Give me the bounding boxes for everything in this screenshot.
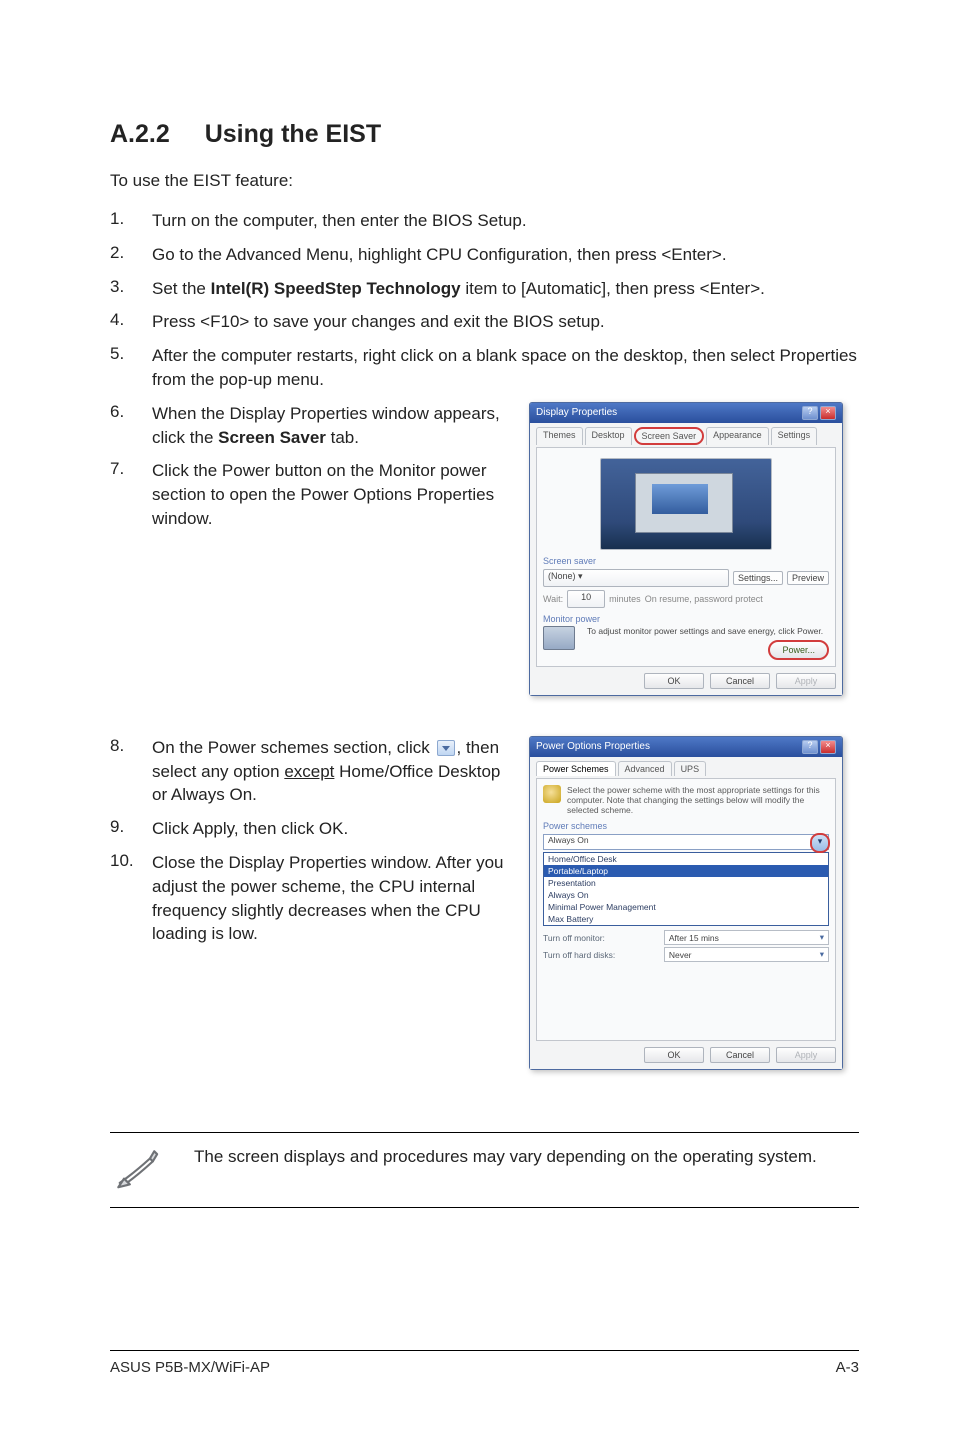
power-tabs: Power Schemes Advanced UPS — [536, 761, 836, 776]
footer-left: ASUS P5B-MX/WiFi-AP — [110, 1359, 270, 1376]
turn-off-hdd-label: Turn off hard disks: — [543, 950, 654, 960]
opt-portable-laptop[interactable]: Portable/Laptop — [544, 865, 828, 877]
note-text: The screen displays and procedures may v… — [194, 1147, 817, 1167]
step-item: 6.When the Display Properties window app… — [110, 402, 505, 450]
step-item: 5.After the computer restarts, right cli… — [110, 344, 859, 392]
monitor-power-text: To adjust monitor power settings and sav… — [587, 626, 829, 636]
opt-minimal-power[interactable]: Minimal Power Management — [544, 901, 828, 913]
opt-presentation[interactable]: Presentation — [544, 877, 828, 889]
tab-desktop[interactable]: Desktop — [585, 427, 632, 445]
display-dialog-title: Display Properties — [536, 407, 617, 418]
chevron-down-icon[interactable]: ▾ — [810, 833, 830, 853]
lead-text: To use the EIST feature: — [110, 171, 859, 191]
wait-minutes: minutes — [609, 594, 641, 604]
step-text: Click Apply, then click OK. — [152, 817, 505, 841]
step-text: When the Display Properties window appea… — [152, 402, 505, 450]
power-ok-button[interactable]: OK — [644, 1047, 704, 1063]
power-schemes-description: Select the power scheme with the most ap… — [567, 785, 829, 816]
tab-themes[interactable]: Themes — [536, 427, 583, 445]
step-number: 1. — [110, 209, 152, 229]
help-icon[interactable]: ? — [802, 740, 818, 754]
screensaver-settings-button[interactable]: Settings... — [733, 571, 783, 585]
section-title-text: Using the EIST — [205, 120, 381, 148]
chevron-down-icon — [437, 740, 455, 756]
power-scheme-options[interactable]: Home/Office Desk Portable/Laptop Present… — [543, 852, 829, 926]
tab-advanced[interactable]: Advanced — [618, 761, 672, 776]
step-text: Press <F10> to save your changes and exi… — [152, 310, 859, 334]
section-heading: A.2.2 Using the EIST — [110, 120, 859, 149]
wait-spinner[interactable]: 10 — [567, 590, 605, 608]
close-icon[interactable]: × — [820, 740, 836, 754]
step-item: 2.Go to the Advanced Menu, highlight CPU… — [110, 243, 859, 267]
step-text: After the computer restarts, right click… — [152, 344, 859, 392]
close-icon[interactable]: × — [820, 406, 836, 420]
steps-list-c: 8.On the Power schemes section, click , … — [110, 736, 505, 946]
display-apply-button[interactable]: Apply — [776, 673, 836, 689]
step-item: 1.Turn on the computer, then enter the B… — [110, 209, 859, 233]
step-item: 9.Click Apply, then click OK. — [110, 817, 505, 841]
opt-always-on[interactable]: Always On — [544, 889, 828, 901]
power-scheme-select[interactable]: Always On ▾ — [543, 834, 829, 850]
power-dialog-title: Power Options Properties — [536, 741, 650, 752]
step-item: 8.On the Power schemes section, click , … — [110, 736, 505, 807]
step-number: 8. — [110, 736, 152, 756]
step-number: 2. — [110, 243, 152, 263]
step-number: 3. — [110, 277, 152, 297]
display-properties-dialog: Display Properties ? × Themes Desktop Sc… — [529, 402, 843, 696]
step-item: 3.Set the Intel(R) SpeedStep Technology … — [110, 277, 859, 301]
turn-off-hdd-select[interactable]: Never — [664, 947, 829, 962]
steps-list-b: 6.When the Display Properties window app… — [110, 402, 505, 531]
tab-appearance[interactable]: Appearance — [706, 427, 769, 445]
opt-home-office[interactable]: Home/Office Desk — [544, 853, 828, 865]
step-text: Set the Intel(R) SpeedStep Technology it… — [152, 277, 859, 301]
steps-list-a: 1.Turn on the computer, then enter the B… — [110, 209, 859, 392]
monitor-icon — [543, 626, 575, 650]
step-number: 7. — [110, 459, 152, 479]
screensaver-preview — [600, 458, 772, 550]
screensaver-group-label: Screen saver — [543, 556, 829, 566]
tab-power-schemes[interactable]: Power Schemes — [536, 761, 616, 776]
tab-screen-saver[interactable]: Screen Saver — [634, 427, 705, 445]
step-text: On the Power schemes section, click , th… — [152, 736, 505, 807]
display-ok-button[interactable]: OK — [644, 673, 704, 689]
wait-label: Wait: — [543, 594, 563, 604]
resume-checkbox-label[interactable]: On resume, password protect — [645, 594, 829, 604]
help-icon[interactable]: ? — [802, 406, 818, 420]
step-number: 9. — [110, 817, 152, 837]
power-button[interactable]: Power... — [768, 640, 829, 660]
step-item: 4.Press <F10> to save your changes and e… — [110, 310, 859, 334]
step-number: 5. — [110, 344, 152, 364]
screensaver-preview-button[interactable]: Preview — [787, 571, 829, 585]
step-item: 10.Close the Display Properties window. … — [110, 851, 505, 946]
turn-off-monitor-select[interactable]: After 15 mins — [664, 930, 829, 945]
step-text: Turn on the computer, then enter the BIO… — [152, 209, 859, 233]
tab-ups[interactable]: UPS — [674, 761, 707, 776]
screensaver-select[interactable]: (None) ▾ — [543, 569, 729, 587]
step-number: 10. — [110, 851, 152, 871]
step-text: Go to the Advanced Menu, highlight CPU C… — [152, 243, 859, 267]
power-apply-button[interactable]: Apply — [776, 1047, 836, 1063]
power-schemes-group-label: Power schemes — [543, 821, 829, 831]
power-options-dialog: Power Options Properties ? × Power Schem… — [529, 736, 843, 1071]
power-cancel-button[interactable]: Cancel — [710, 1047, 770, 1063]
step-number: 4. — [110, 310, 152, 330]
note-box: The screen displays and procedures may v… — [110, 1132, 859, 1208]
footer-right: A-3 — [836, 1359, 859, 1376]
turn-off-monitor-label: Turn off monitor: — [543, 933, 654, 943]
monitor-power-group-label: Monitor power — [543, 614, 829, 624]
tab-settings[interactable]: Settings — [771, 427, 818, 445]
section-number: A.2.2 — [110, 120, 170, 149]
step-text: Close the Display Properties window. Aft… — [152, 851, 505, 946]
step-number: 6. — [110, 402, 152, 422]
opt-max-battery[interactable]: Max Battery — [544, 913, 828, 925]
display-tabs: Themes Desktop Screen Saver Appearance S… — [536, 427, 836, 445]
step-item: 7.Click the Power button on the Monitor … — [110, 459, 505, 530]
step-text: Click the Power button on the Monitor po… — [152, 459, 505, 530]
page-footer: ASUS P5B-MX/WiFi-AP A-3 — [110, 1350, 859, 1376]
pencil-note-icon — [114, 1147, 160, 1193]
power-plug-icon — [543, 785, 561, 803]
display-cancel-button[interactable]: Cancel — [710, 673, 770, 689]
